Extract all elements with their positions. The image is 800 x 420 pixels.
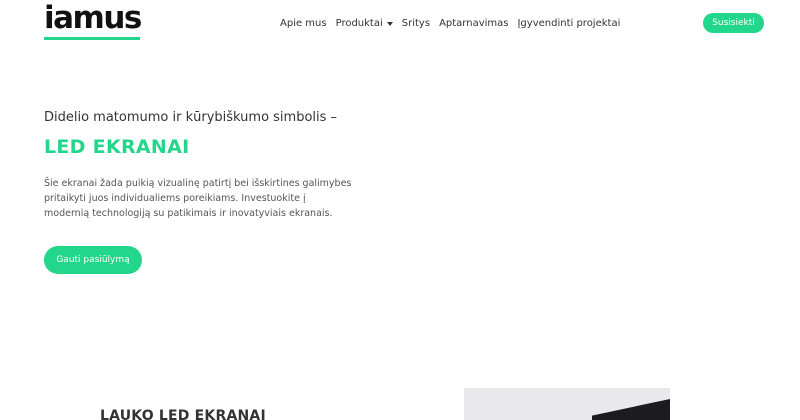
nav-item-label: Sritys bbox=[401, 17, 431, 29]
nav-item-sritys[interactable]: Sritys bbox=[402, 18, 430, 29]
nav-item-aptarnavimas[interactable]: Aptarnavimas bbox=[439, 18, 508, 29]
page: iamus Apie mus Produktai Sritys Aptarnav… bbox=[0, 0, 800, 420]
caret-down-icon bbox=[386, 21, 393, 26]
hero-description-line: modernią technologiją su patikimais ir i… bbox=[44, 208, 333, 219]
led-screen-shape bbox=[592, 396, 670, 420]
hero-subtitle: Didelio matomumo ir kūrybiškumo simbolis… bbox=[44, 110, 338, 125]
nav-item-projektai[interactable]: Įgyvendinti projektai bbox=[517, 18, 620, 29]
led-screen-image bbox=[464, 388, 670, 420]
nav-item-label: Įgyvendinti projektai bbox=[517, 17, 621, 29]
get-offer-button[interactable]: Gauti pasiūlymą bbox=[44, 246, 142, 274]
logo[interactable]: iamus bbox=[44, 0, 142, 40]
section-heading: LAUKO LED EKRANAI bbox=[100, 408, 266, 420]
hero-description-line: Šie ekranai žada puikią vizualinę patirt… bbox=[44, 178, 352, 189]
hero-description: Šie ekranai žada puikią vizualinę patirt… bbox=[44, 176, 364, 221]
logo-text: iamus bbox=[44, 0, 142, 36]
hero-description-line: pritaikyti juos individualiems poreikiam… bbox=[44, 193, 306, 204]
nav-item-apie-mus[interactable]: Apie mus bbox=[280, 18, 327, 29]
nav-item-label: Aptarnavimas bbox=[439, 17, 509, 29]
hero-title: LED EKRANAI bbox=[44, 136, 190, 158]
main-nav: Apie mus Produktai Sritys Aptarnavimas Į… bbox=[280, 15, 620, 31]
site-header: iamus Apie mus Produktai Sritys Aptarnav… bbox=[0, 0, 800, 48]
contact-button[interactable]: Susisiekti bbox=[703, 13, 764, 33]
logo-underline bbox=[44, 37, 140, 40]
nav-item-produktai[interactable]: Produktai bbox=[336, 18, 393, 29]
nav-item-label: Apie mus bbox=[280, 17, 327, 29]
nav-item-label: Produktai bbox=[335, 17, 383, 29]
